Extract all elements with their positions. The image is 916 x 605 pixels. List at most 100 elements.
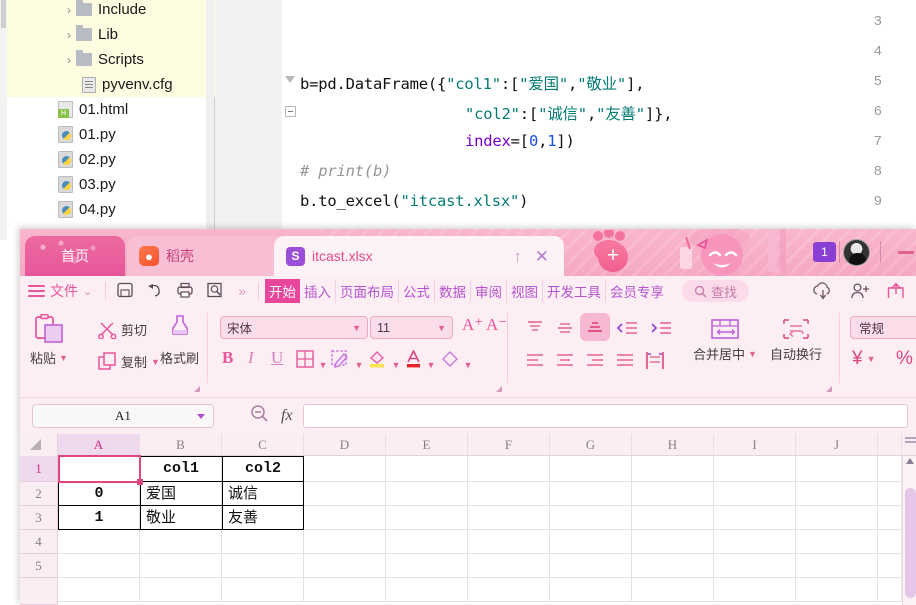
project-file-tree[interactable]: › Include › Lib › Scripts pyvenv.cfg 01.…	[0, 0, 215, 240]
grid-cell[interactable]	[878, 554, 902, 578]
column-header-j[interactable]: J	[796, 434, 878, 456]
grid-cell[interactable]	[386, 482, 468, 506]
tab-close-icon[interactable]: ✕	[532, 248, 552, 265]
share-icon[interactable]	[886, 282, 906, 300]
grid-cell[interactable]	[58, 554, 140, 578]
clear-format-button[interactable]: ▼	[441, 350, 472, 373]
grid-cell[interactable]	[878, 578, 902, 602]
ribbon-tab-start[interactable]: 开始	[265, 279, 301, 303]
chevron-down-icon[interactable]: ⌄	[83, 285, 92, 298]
wrap-text-button[interactable]: 自动换行	[770, 318, 822, 363]
borders-button[interactable]: ▼	[296, 350, 327, 373]
cell-style-button[interactable]: ▼	[331, 350, 363, 373]
cell-c2[interactable]: 诚信	[224, 482, 262, 506]
column-header-i[interactable]: I	[714, 434, 796, 456]
column-header-f[interactable]: F	[468, 434, 550, 456]
grid-cell[interactable]	[304, 530, 386, 554]
grid-cell[interactable]	[468, 506, 550, 530]
chevron-down-icon[interactable]: ▼	[352, 323, 361, 333]
grid-cell[interactable]	[714, 456, 796, 482]
format-painter-button[interactable]: 格式刷	[160, 314, 199, 367]
grid-cell[interactable]	[468, 482, 550, 506]
notification-badge[interactable]: 1	[813, 242, 836, 262]
grid-cell[interactable]	[714, 482, 796, 506]
find-button[interactable]: 查找	[682, 280, 750, 302]
grid-cell[interactable]	[304, 482, 386, 506]
chevron-right-icon[interactable]: ›	[62, 28, 76, 42]
grid-cell[interactable]	[386, 456, 468, 482]
tab-docer[interactable]: ● 稻壳	[127, 236, 287, 276]
ribbon-tab-page-layout[interactable]: 页面布局	[336, 279, 400, 303]
merge-center-button[interactable]: 合并居中 ▼	[693, 318, 757, 363]
grid-cell[interactable]	[304, 456, 386, 482]
align-bottom-button[interactable]	[580, 313, 610, 341]
tree-item-03-py[interactable]: 03.py	[58, 172, 116, 197]
tab-detach-up-icon[interactable]: ↑	[510, 248, 525, 265]
grid-cell[interactable]	[796, 530, 878, 554]
align-left-button[interactable]	[524, 353, 546, 371]
column-header-b[interactable]: B	[140, 434, 222, 456]
grid-cell[interactable]	[550, 456, 632, 482]
grid-cell[interactable]	[632, 578, 714, 602]
tree-item-01-html[interactable]: 01.html	[58, 97, 128, 122]
column-header-e[interactable]: E	[386, 434, 468, 456]
save-icon[interactable]	[116, 281, 138, 301]
tab-itcast-xlsx[interactable]: S itcast.xlsx ↑ ✕	[274, 236, 564, 276]
row-header-5[interactable]: 5	[20, 554, 58, 578]
more-commands-icon[interactable]: »	[238, 283, 246, 299]
avatar[interactable]	[843, 239, 870, 266]
grid-cell[interactable]	[796, 456, 878, 482]
cell-b3[interactable]: 敬业	[142, 506, 180, 530]
number-format-select[interactable]: 常规	[850, 316, 916, 339]
cut-button[interactable]: 剪切	[98, 320, 147, 339]
column-header-partial[interactable]	[878, 434, 902, 456]
code-fold-toggle[interactable]	[285, 76, 296, 87]
row-header-2[interactable]: 2	[20, 482, 58, 506]
font-expand-icon[interactable]	[496, 386, 502, 392]
chevron-down-icon[interactable]: ▼	[354, 360, 363, 370]
grid-cell[interactable]	[550, 578, 632, 602]
tree-item-pyvenv-cfg[interactable]: pyvenv.cfg	[82, 72, 173, 97]
cell-c1[interactable]: col2	[222, 456, 304, 482]
cell-a2[interactable]: 0	[58, 482, 140, 506]
grid-cell[interactable]	[632, 554, 714, 578]
ribbon-tab-dev-tools[interactable]: 开发工具	[543, 279, 607, 303]
grow-font-button[interactable]: A⁺	[462, 315, 483, 335]
chevron-down-icon[interactable]: ▼	[426, 360, 435, 370]
grid-cell[interactable]	[468, 530, 550, 554]
tree-right-scrollbar[interactable]	[206, 0, 214, 240]
italic-button[interactable]: I	[248, 348, 254, 368]
spreadsheet-grid[interactable]: A B C D E F G H I J 1 2 3 4 5 col1 col2 …	[20, 434, 916, 605]
chevron-down-icon[interactable]: ▼	[318, 360, 327, 370]
vertical-scrollbar-thumb[interactable]	[905, 488, 916, 598]
grid-cell[interactable]	[632, 506, 714, 530]
grid-cell[interactable]	[714, 554, 796, 578]
chevron-down-icon[interactable]: ▼	[748, 349, 757, 359]
grid-cell[interactable]	[386, 578, 468, 602]
grid-cell[interactable]	[222, 578, 304, 602]
grid-cell[interactable]	[878, 482, 902, 506]
align-center-button[interactable]	[554, 353, 576, 371]
chevron-right-icon[interactable]: ›	[62, 3, 76, 17]
grid-cell[interactable]	[714, 578, 796, 602]
grid-cell[interactable]	[632, 530, 714, 554]
name-box[interactable]: A1	[32, 404, 214, 428]
tab-home[interactable]: 首页	[25, 236, 125, 276]
grid-cell[interactable]	[304, 506, 386, 530]
vertical-scrollbar[interactable]	[902, 437, 916, 605]
font-name-select[interactable]: 宋体 ▼	[220, 316, 368, 339]
grid-cell[interactable]	[632, 482, 714, 506]
chevron-down-icon[interactable]: ▼	[151, 357, 160, 367]
column-header-h[interactable]: H	[632, 434, 714, 456]
grid-cell[interactable]	[140, 578, 222, 602]
chevron-down-icon[interactable]: ▼	[867, 354, 876, 364]
grid-cell[interactable]	[468, 456, 550, 482]
font-color-button[interactable]: ▼	[405, 349, 435, 373]
grid-cell[interactable]	[796, 482, 878, 506]
grid-cell[interactable]	[550, 554, 632, 578]
tree-item-scripts[interactable]: › Scripts	[62, 47, 144, 72]
chevron-down-icon[interactable]: ▼	[437, 323, 446, 333]
grid-cell[interactable]	[550, 506, 632, 530]
currency-format-button[interactable]: ¥ ▼	[852, 348, 876, 370]
column-header-g[interactable]: G	[550, 434, 632, 456]
